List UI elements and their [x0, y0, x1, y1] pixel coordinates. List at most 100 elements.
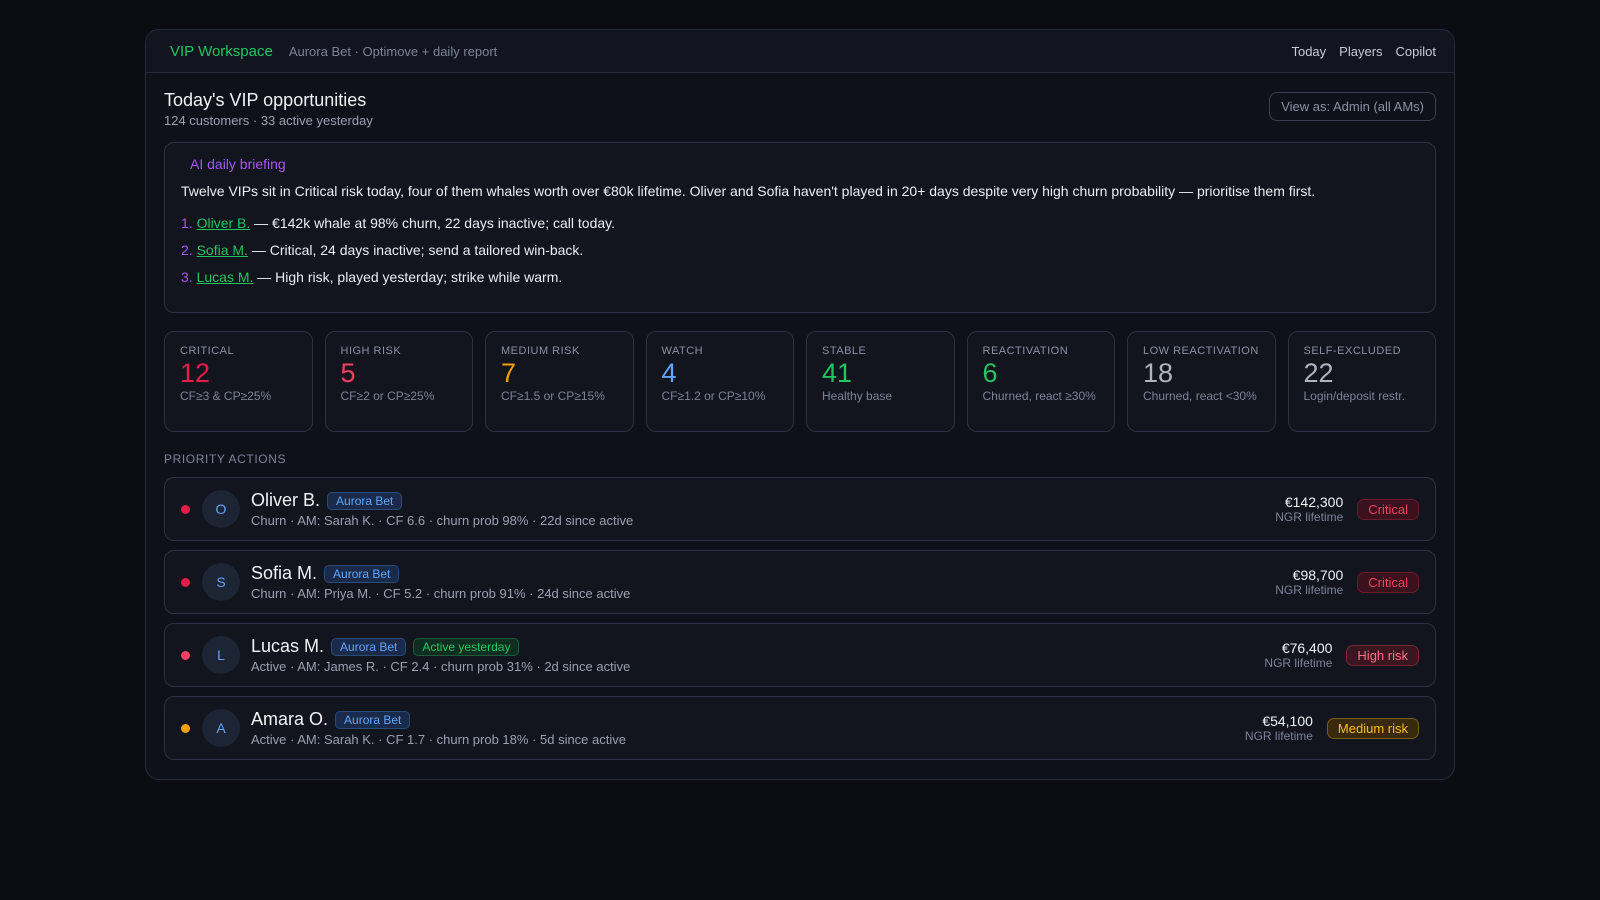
brand-tag: Aurora Bet	[324, 564, 400, 583]
ngr-label: NGR lifetime	[1275, 509, 1344, 524]
ngr-lifetime: €142,300 NGR lifetime	[1275, 493, 1344, 524]
briefing-item-text: — €142k whale at 98% churn, 22 days inac…	[250, 215, 615, 231]
stat-label: Self-excluded	[1303, 345, 1402, 357]
brand-title[interactable]: VIP Workspace	[170, 43, 273, 60]
stat-value: 7	[501, 358, 517, 388]
briefing-player-link[interactable]: Sofia M.	[197, 242, 248, 258]
avatar: O	[202, 490, 240, 528]
stat-description: CF≥3 & CP≥25%	[180, 389, 272, 403]
top-bar: VIP Workspace Aurora Bet · Optimove + da…	[146, 30, 1454, 73]
player-name[interactable]: Lucas M.	[251, 636, 324, 657]
ngr-label: NGR lifetime	[1275, 582, 1344, 597]
player-name[interactable]: Oliver B.	[251, 490, 320, 511]
stat-description: CF≥2 or CP≥25%	[340, 389, 435, 403]
risk-dot	[181, 577, 190, 587]
nav-copilot[interactable]: Copilot	[1396, 44, 1436, 59]
player-meta: Active · AM: James R. · CF 2.4 · churn p…	[251, 659, 631, 674]
briefing-item-text: — Critical, 24 days inactive; send a tai…	[247, 242, 584, 258]
briefing-player-link[interactable]: Lucas M.	[197, 269, 254, 285]
player-info: Amara O. Aurora Bet Active · AM: Sarah K. …	[251, 709, 626, 747]
player-row[interactable]: A Amara O. Aurora Bet Active · AM: Sarah K.…	[164, 696, 1436, 760]
risk-badge: Critical	[1357, 571, 1419, 593]
risk-badge: High risk	[1346, 644, 1419, 666]
stat-card-watch[interactable]: Watch 4 CF≥1.2 or CP≥10%	[645, 331, 794, 432]
stat-value: 6	[982, 358, 998, 388]
briefing-item: 1. Oliver B. — €142k whale at 98% churn,…	[181, 214, 1419, 232]
risk-stats: Critical 12 CF≥3 & CP≥25% High risk 5 CF≥2 or…	[164, 331, 1436, 432]
customer-counts: 124 customers · 33 active yesterday	[164, 113, 373, 128]
stat-description: Healthy base	[822, 389, 893, 403]
stat-card-self-excluded[interactable]: Self-excluded 22 Login/deposit restr.	[1287, 331, 1436, 432]
ngr-amount: €54,100	[1262, 712, 1313, 729]
stat-value: 12	[180, 358, 211, 388]
stat-description: CF≥1.2 or CP≥10%	[661, 389, 766, 403]
nav-players[interactable]: Players	[1339, 44, 1382, 59]
player-value-group: €76,400 NGR lifetime High risk	[1264, 639, 1419, 670]
player-name-line: Oliver B. Aurora Bet	[251, 490, 633, 511]
stat-value: 41	[822, 358, 853, 388]
stat-value: 4	[661, 358, 677, 388]
stat-card-medium-risk[interactable]: Medium risk 7 CF≥1.5 or CP≥15%	[485, 331, 634, 432]
risk-dot	[181, 504, 190, 514]
player-info: Sofia M. Aurora Bet Churn · AM: Priya M. ·…	[251, 563, 630, 601]
ngr-amount: €98,700	[1292, 566, 1344, 583]
workspace-subtitle: Aurora Bet · Optimove + daily report	[288, 43, 498, 59]
player-row[interactable]: S Sofia M. Aurora Bet Churn · AM: Priya M. …	[164, 550, 1436, 614]
top-nav: Today Players Copilot	[1291, 44, 1436, 59]
player-row[interactable]: L Lucas M. Aurora Bet Active yesterday Activ…	[164, 623, 1436, 687]
stat-label: High risk	[340, 345, 402, 357]
stat-card-critical[interactable]: Critical 12 CF≥3 & CP≥25%	[164, 331, 313, 432]
ngr-amount: €142,300	[1284, 493, 1344, 510]
ngr-label: NGR lifetime	[1264, 655, 1333, 670]
briefing-item: 3. Lucas M. — High risk, played yesterda…	[181, 268, 1419, 286]
stat-label: Watch	[661, 345, 704, 357]
briefing-label: AI daily briefing	[190, 156, 286, 172]
player-value-group: €142,300 NGR lifetime Critical	[1275, 493, 1419, 524]
page-header: Today's VIP opportunities 124 customers …	[164, 90, 1436, 142]
briefing-text: Twelve VIPs sit in Critical risk today, …	[181, 183, 1316, 199]
stat-card-low-reactivation[interactable]: Low reactivation 18 Churned, react <30%	[1127, 331, 1276, 432]
briefing-item-number: 2.	[181, 242, 193, 258]
stat-label: Low reactivation	[1143, 345, 1259, 357]
stat-label: Stable	[822, 345, 867, 357]
briefing-player-link[interactable]: Oliver B.	[197, 215, 251, 231]
ngr-lifetime: €54,100 NGR lifetime	[1245, 712, 1313, 743]
risk-dot	[181, 723, 190, 733]
stat-card-stable[interactable]: Stable 41 Healthy base	[806, 331, 955, 432]
player-row[interactable]: O Oliver B. Aurora Bet Churn · AM: Sarah K.…	[164, 477, 1436, 541]
player-value-group: €98,700 NGR lifetime Critical	[1275, 566, 1419, 597]
workspace-window: VIP Workspace Aurora Bet · Optimove + da…	[145, 29, 1455, 780]
priority-actions-label: Priority actions	[164, 452, 287, 466]
brand-tag: Aurora Bet	[335, 710, 411, 729]
stat-description: Login/deposit restr.	[1303, 389, 1405, 403]
avatar: S	[202, 563, 240, 601]
player-value-group: €54,100 NGR lifetime Medium risk	[1245, 712, 1419, 743]
view-as-button[interactable]: View as: Admin (all AMs)	[1269, 92, 1436, 121]
avatar: L	[202, 636, 240, 674]
ai-briefing-card: AI daily briefing Twelve VIPs sit in Cri…	[164, 142, 1436, 313]
player-name[interactable]: Sofia M.	[251, 563, 317, 584]
risk-dot	[181, 650, 190, 660]
player-name[interactable]: Amara O.	[251, 709, 328, 730]
player-meta: Active · AM: Sarah K. · CF 1.7 · churn p…	[251, 732, 626, 747]
player-name-line: Amara O. Aurora Bet	[251, 709, 626, 730]
stat-value: 18	[1143, 358, 1174, 388]
player-meta: Churn · AM: Priya M. · CF 5.2 · churn pr…	[251, 586, 631, 601]
ngr-amount: €76,400	[1281, 639, 1333, 656]
brand-tag: Aurora Bet	[331, 637, 407, 656]
risk-badge: Critical	[1357, 498, 1419, 520]
risk-badge: Medium risk	[1326, 717, 1419, 739]
active-yesterday-tag: Active yesterday	[413, 637, 520, 656]
player-name-line: Lucas M. Aurora Bet Active yesterday	[251, 636, 630, 657]
stat-description: CF≥1.5 or CP≥15%	[501, 389, 605, 403]
player-meta: Churn · AM: Sarah K. · CF 6.6 · churn pr…	[251, 513, 634, 528]
avatar: A	[202, 709, 240, 747]
priority-list: O Oliver B. Aurora Bet Churn · AM: Sarah K.…	[164, 477, 1436, 760]
stat-card-reactivation[interactable]: Reactivation 6 Churned, react ≥30%	[966, 331, 1115, 432]
nav-today[interactable]: Today	[1291, 44, 1326, 59]
briefing-item-text: — High risk, played yesterday; strike wh…	[253, 269, 563, 285]
brand-tag: Aurora Bet	[327, 491, 403, 510]
page-title: Today's VIP opportunities	[164, 90, 367, 110]
stat-card-high-risk[interactable]: High risk 5 CF≥2 or CP≥25%	[324, 331, 473, 432]
player-info: Oliver B. Aurora Bet Churn · AM: Sarah K. …	[251, 490, 633, 528]
